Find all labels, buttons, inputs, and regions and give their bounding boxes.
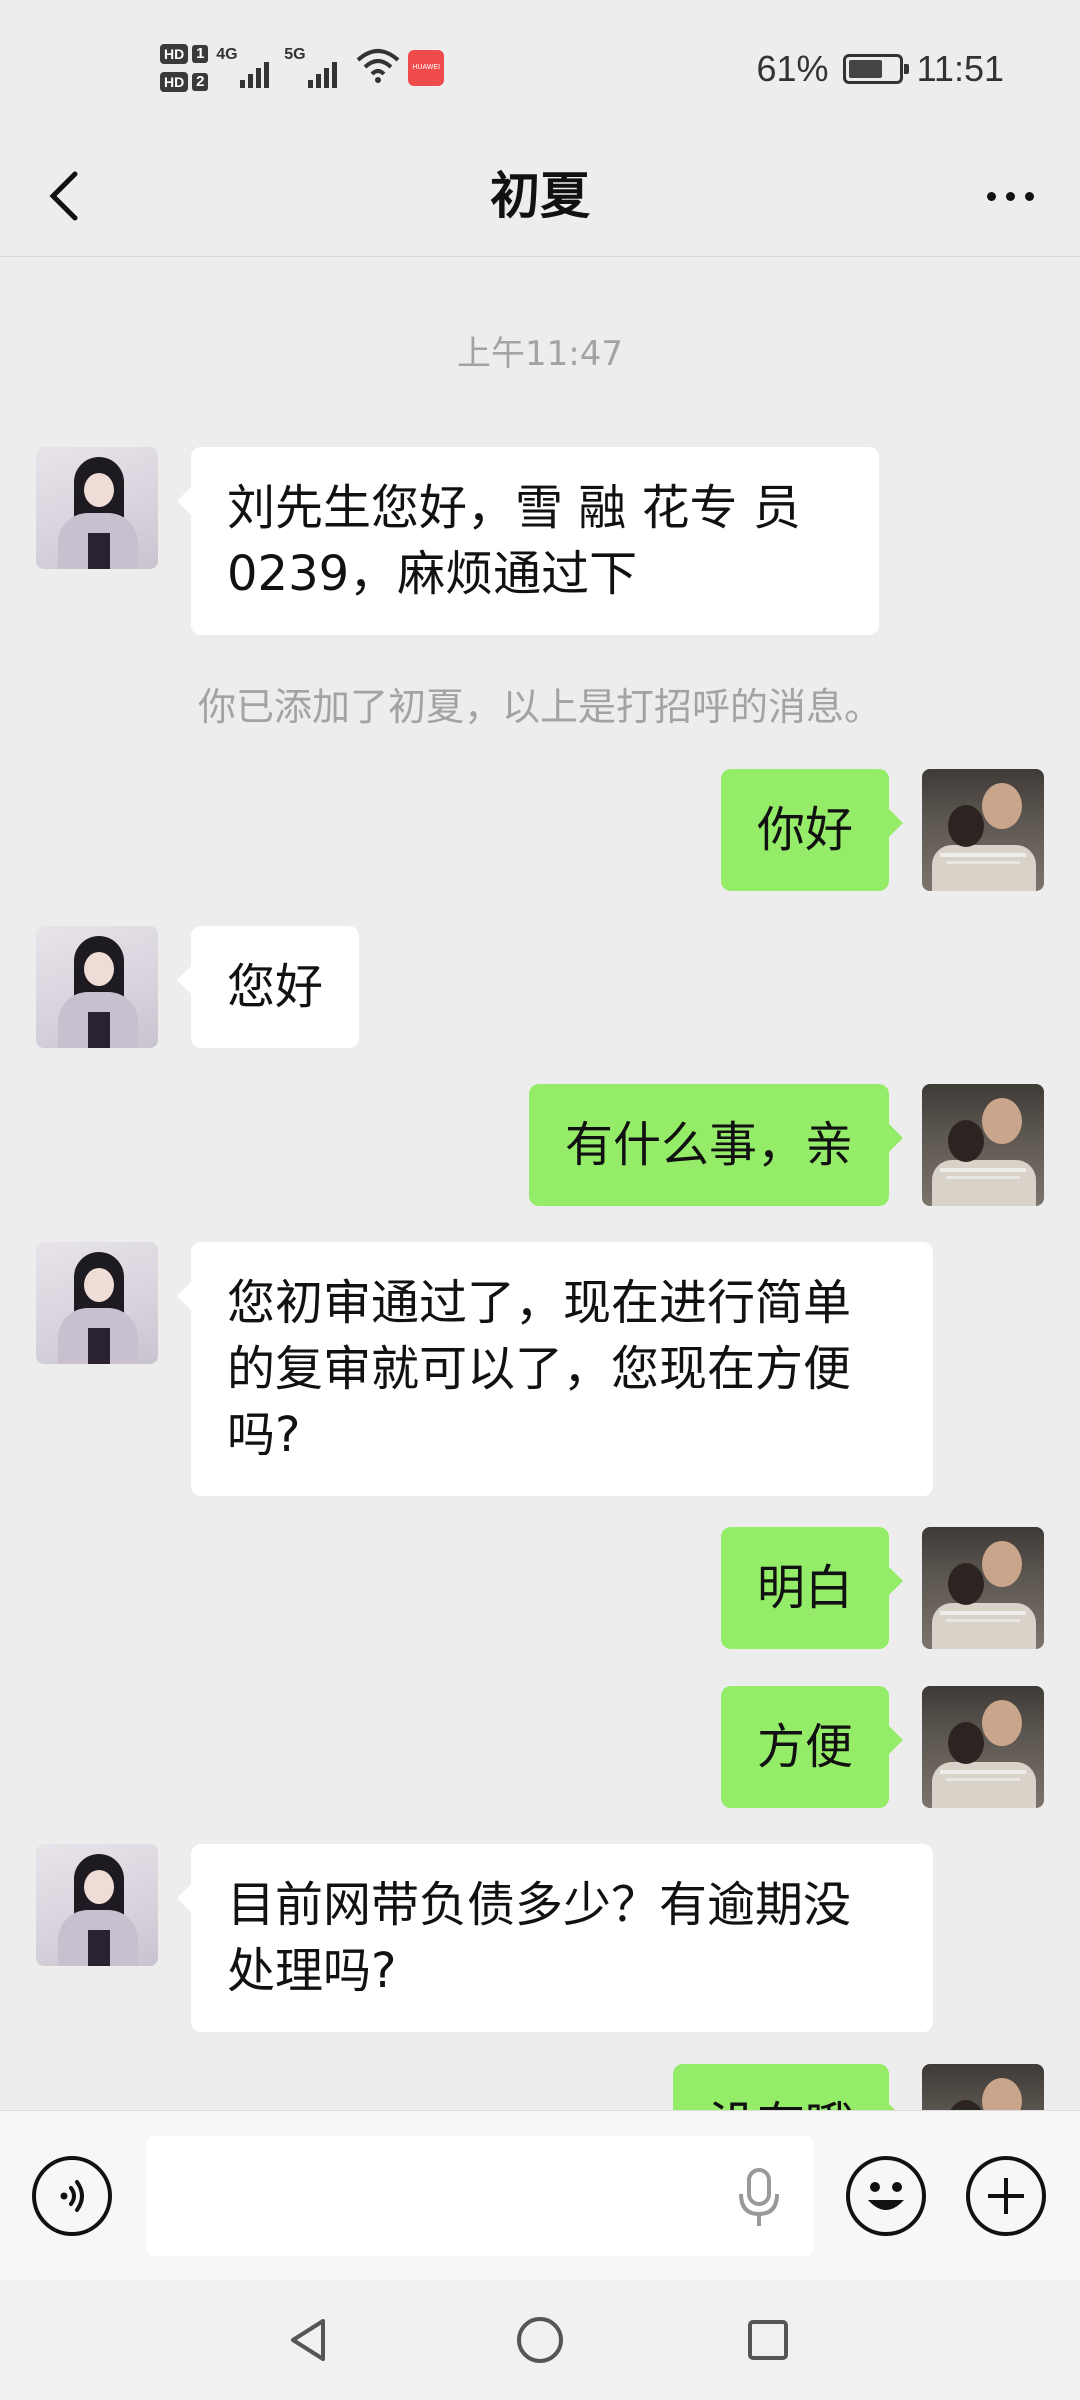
sim2-hd-label: HD [160, 72, 189, 92]
sim1-indicator: HD 1 [160, 44, 209, 64]
incoming-message[interactable]: 您初审通过了，现在进行简单的复审就可以了，您现在方便吗? [177, 1242, 933, 1496]
message-input[interactable] [146, 2136, 814, 2256]
status-bar: HD 1 HD 2 4G 5G HUAWEI 61% 11:51 [0, 0, 1080, 135]
incoming-message[interactable]: 目前网带负债多少？有逾期没处理吗? [177, 1844, 933, 2032]
back-button[interactable] [30, 161, 100, 231]
system-nav-bar [0, 2280, 1080, 2400]
triangle-back-icon [291, 2319, 325, 2361]
chat-title: 初夏 [490, 167, 590, 225]
status-left-indicators: HD 1 HD 2 4G 5G HUAWEI [160, 36, 445, 100]
clock: 11:51 [916, 48, 1004, 89]
square-recent-icon [748, 2320, 788, 2360]
sim2-number: 2 [192, 73, 209, 91]
my-avatar[interactable] [922, 2064, 1044, 2110]
sim1-hd-label: HD [160, 44, 189, 64]
more-dots-icon [986, 191, 996, 201]
status-right-indicators: 61% 11:51 [757, 44, 1004, 94]
more-options-button[interactable] [970, 161, 1050, 231]
signal-4g-icon: 4G [216, 46, 276, 90]
my-avatar[interactable] [922, 1084, 1044, 1206]
plus-button[interactable] [966, 2156, 1046, 2236]
input-bar [0, 2110, 1080, 2280]
chat-timestamp: 上午11:47 [457, 334, 623, 374]
battery-icon [842, 54, 909, 84]
contact-avatar[interactable] [36, 1242, 158, 1364]
net2-label: 5G [284, 46, 306, 63]
wifi-icon [356, 48, 400, 88]
outgoing-message[interactable]: 明白 [720, 1527, 904, 1649]
chevron-left-icon [49, 171, 78, 221]
incoming-message[interactable]: 刘先生您好，雪 融 花专 员0239，麻烦通过下 [177, 447, 879, 635]
sim1-number: 1 [192, 45, 209, 63]
emoji-icon [868, 2182, 904, 2210]
microphone-icon [739, 2168, 779, 2226]
nav-home-button[interactable] [510, 2310, 570, 2370]
contact-avatar[interactable] [36, 447, 158, 569]
nav-recent-button[interactable] [738, 2310, 798, 2370]
voice-button[interactable] [32, 2156, 112, 2236]
voice-icon [60, 2180, 84, 2212]
chat-area[interactable]: 上午11:47 刘先生您好，雪 融 花专 员0239，麻烦通过下 你已添加了初夏… [0, 258, 1080, 2110]
sim2-indicator: HD 2 [160, 72, 209, 92]
contact-avatar[interactable] [36, 1844, 158, 1966]
sim-indicators: HD 1 HD 2 [160, 44, 209, 92]
outgoing-message[interactable]: 你好 [720, 769, 904, 891]
circle-home-icon [517, 2317, 563, 2363]
my-avatar[interactable] [922, 1527, 1044, 1649]
outgoing-message[interactable]: 有什么事，亲 [528, 1084, 904, 1206]
signal-5g-icon: 5G [284, 46, 344, 90]
plus-icon [988, 2178, 1024, 2214]
outgoing-message[interactable]: 没有哦 [672, 2064, 904, 2110]
emoji-button[interactable] [846, 2156, 926, 2236]
incoming-message[interactable]: 您好 [176, 926, 360, 1048]
outgoing-message[interactable]: 方便 [720, 1686, 904, 1808]
my-avatar[interactable] [922, 769, 1044, 891]
microphone-button[interactable] [734, 2166, 784, 2230]
nav-back-button[interactable] [278, 2310, 338, 2370]
battery-percent: 61% [756, 48, 829, 89]
contact-avatar[interactable] [36, 926, 158, 1048]
my-avatar[interactable] [922, 1686, 1044, 1808]
system-message: 你已添加了初夏，以上是打招呼的消息。 [197, 685, 882, 729]
app-store-badge-icon: HUAWEI [408, 50, 445, 86]
net1-label: 4G [216, 46, 238, 63]
app-badge-label: HUAWEI [412, 64, 441, 71]
chat-header: 初夏 [0, 135, 1080, 257]
